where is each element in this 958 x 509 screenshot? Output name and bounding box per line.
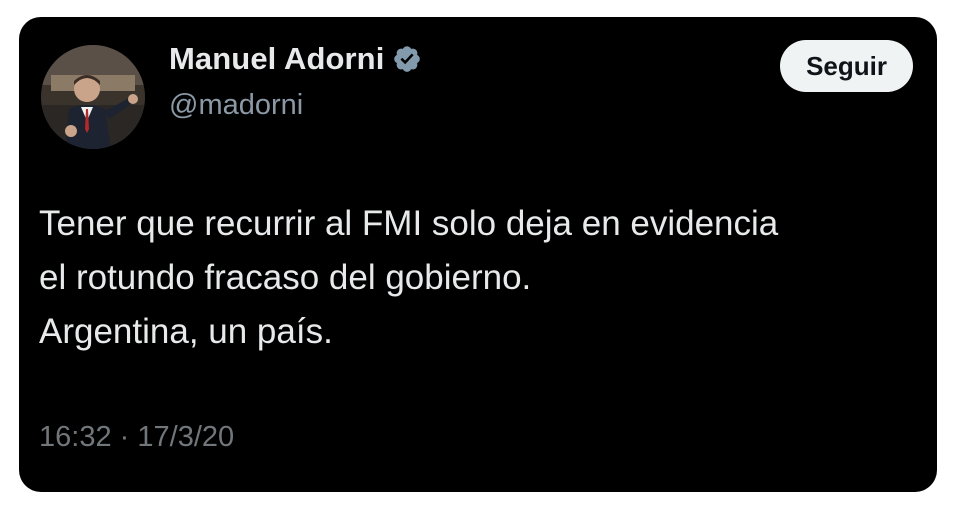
tweet-text-line: Tener que recurrir al FMI solo deja en e…: [39, 204, 779, 243]
tweet-timestamp[interactable]: 16:32 · 17/3/20: [39, 421, 234, 454]
verified-badge-icon: [392, 44, 422, 74]
meta-separator: ·: [119, 421, 130, 453]
tweet-time: 16:32: [39, 421, 112, 453]
author-display-name[interactable]: Manuel Adorni: [169, 41, 384, 77]
author-handle[interactable]: @madorni: [169, 89, 303, 122]
author-name-row[interactable]: Manuel Adorni: [169, 41, 422, 77]
avatar[interactable]: [41, 45, 145, 149]
tweet-text: Tener que recurrir al FMI solo deja en e…: [39, 197, 919, 359]
tweet-text-line: el rotundo fracaso del gobierno.: [39, 258, 532, 297]
tweet-card: Manuel Adorni @madorni Seguir Tener que …: [19, 17, 937, 492]
tweet-date: 17/3/20: [137, 421, 235, 453]
follow-button[interactable]: Seguir: [780, 40, 913, 92]
tweet-text-line: Argentina, un país.: [39, 312, 333, 351]
